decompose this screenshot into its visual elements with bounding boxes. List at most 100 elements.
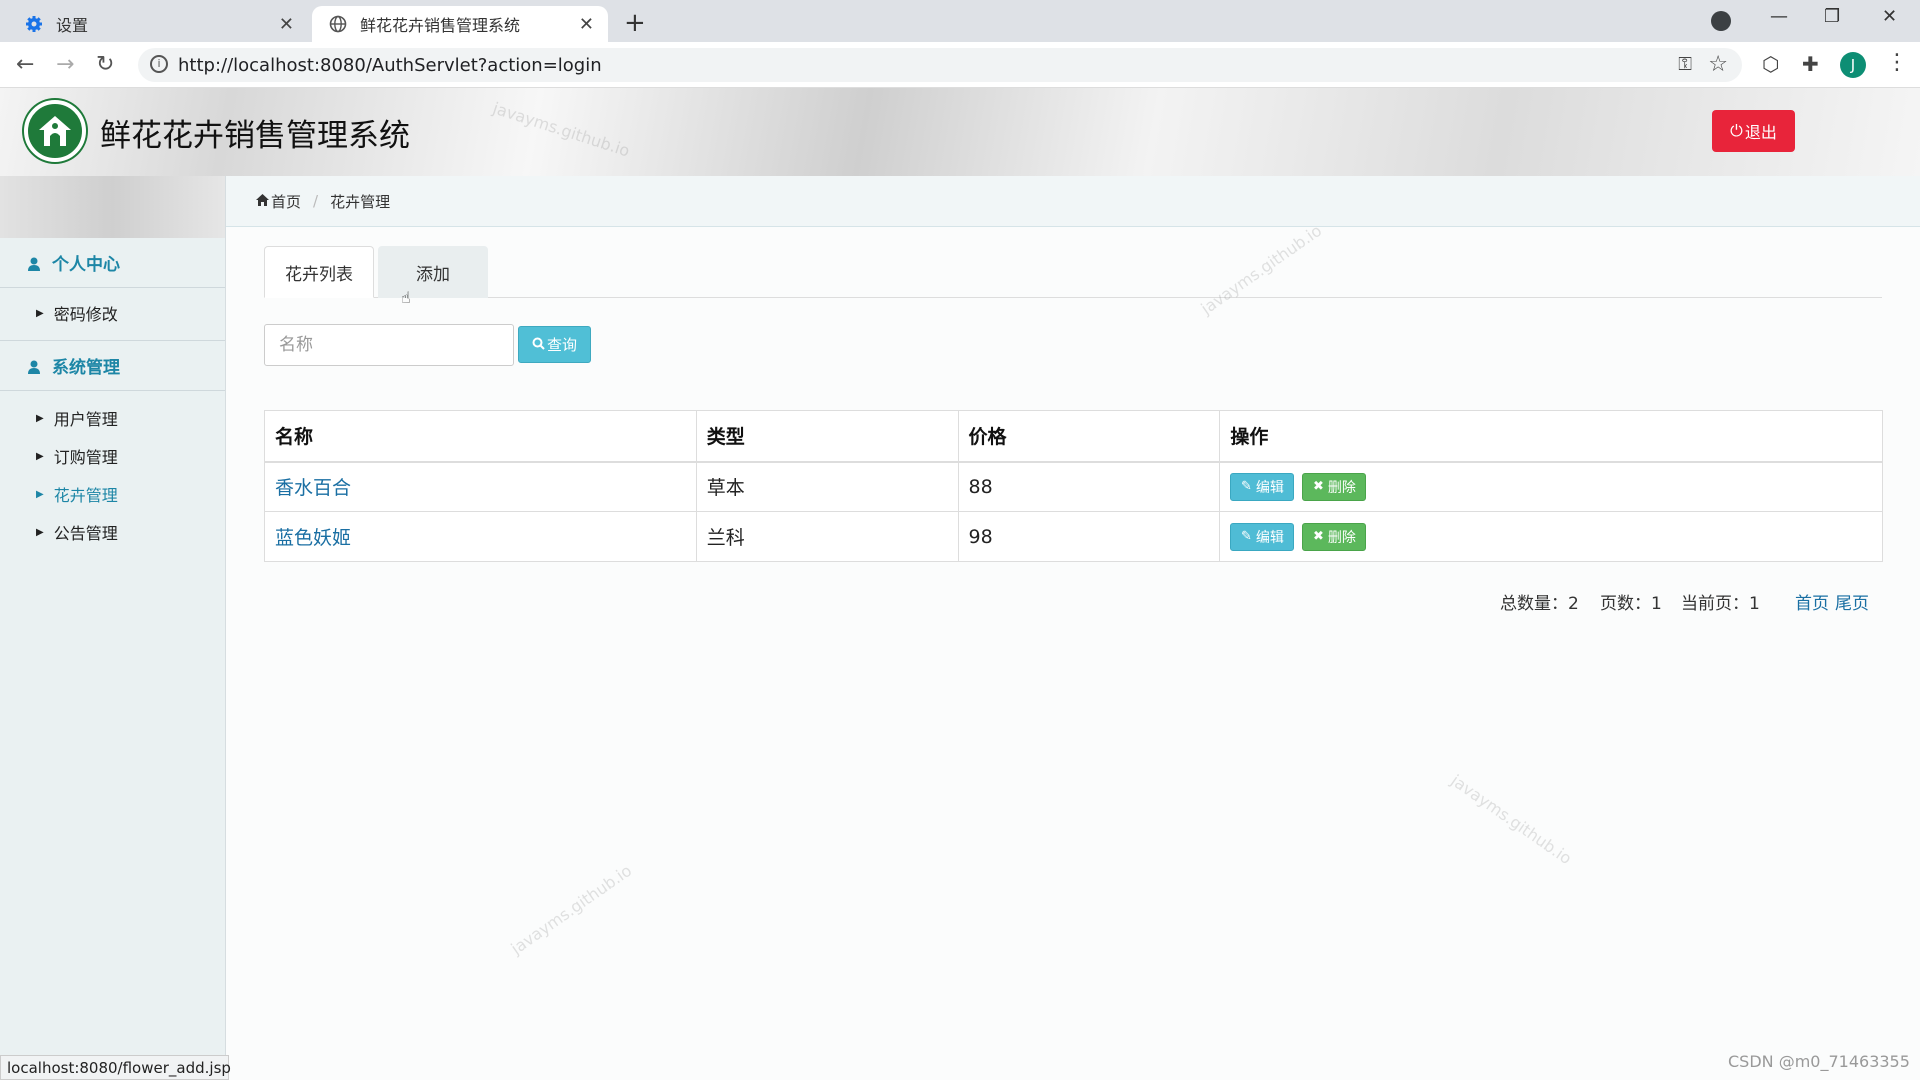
tab-flower-list[interactable]: 花卉列表 bbox=[264, 246, 374, 298]
close-icon[interactable]: ✕ bbox=[579, 14, 594, 35]
sidebar-section-title: 系统管理 bbox=[52, 358, 120, 378]
search-button-label: 查询 bbox=[546, 336, 577, 354]
browser-toolbar: ← → ↻ i http://localhost:8080/AuthServle… bbox=[0, 42, 1920, 88]
key-icon[interactable]: ⚿ bbox=[1678, 54, 1692, 75]
sidebar-item-label: 用户管理 bbox=[53, 410, 118, 429]
sidebar-item-notices[interactable]: ▶ 公告管理 bbox=[0, 513, 225, 551]
address-bar[interactable]: i http://localhost:8080/AuthServlet?acti… bbox=[138, 48, 1742, 82]
power-icon: ⏻ bbox=[1730, 121, 1743, 140]
window-close-icon[interactable]: ✕ bbox=[1882, 6, 1897, 27]
sidebar-section-system[interactable]: 系统管理 bbox=[0, 341, 225, 391]
pager-current: 当前页：1 bbox=[1681, 594, 1760, 614]
table-row: 香水百合 草本 88 ✎ 编辑 ✖ 删除 bbox=[264, 461, 1883, 512]
tab-search-icon[interactable] bbox=[1711, 11, 1731, 31]
sidebar-item-users[interactable]: ▶ 用户管理 bbox=[0, 399, 225, 437]
info-icon[interactable]: i bbox=[150, 55, 168, 73]
extension-hexagon-icon[interactable]: ⬡ bbox=[1762, 52, 1779, 76]
gear-icon bbox=[24, 14, 44, 34]
pencil-icon: ✎ bbox=[1240, 529, 1252, 544]
flower-name-link[interactable]: 蓝色妖姬 bbox=[264, 511, 697, 562]
breadcrumb-home[interactable]: 首页 bbox=[271, 191, 301, 212]
delete-button[interactable]: ✖ 删除 bbox=[1302, 472, 1367, 501]
pager-total: 总数量：2 bbox=[1500, 594, 1579, 614]
sidebar-section-title: 个人中心 bbox=[52, 255, 120, 275]
flower-type: 草本 bbox=[695, 461, 959, 512]
flower-name-link[interactable]: 香水百合 bbox=[264, 461, 697, 512]
caret-right-icon: ▶ bbox=[36, 307, 44, 319]
forward-arrow-icon[interactable]: → bbox=[56, 52, 74, 77]
search-button[interactable]: 查询 bbox=[518, 326, 591, 363]
column-header: 价格 bbox=[957, 410, 1221, 463]
browser-tab-settings[interactable]: 设置 ✕ bbox=[8, 6, 308, 42]
pencil-icon: ✎ bbox=[1240, 479, 1252, 495]
breadcrumb-current: 花卉管理 bbox=[330, 192, 391, 211]
url-text[interactable]: http://localhost:8080/AuthServlet?action… bbox=[178, 55, 602, 76]
logout-button[interactable]: ⏻ 退出 bbox=[1712, 110, 1795, 152]
browser-tab-title: 设置 bbox=[56, 16, 89, 35]
pager-last-link[interactable]: 尾页 bbox=[1835, 589, 1869, 614]
more-menu-icon[interactable]: ⋮ bbox=[1886, 50, 1908, 75]
caret-right-icon: ▶ bbox=[36, 488, 44, 500]
table-header-row: 名称 类型 价格 操作 bbox=[264, 410, 1883, 463]
flower-price: 98 bbox=[957, 511, 1221, 562]
flower-type: 兰科 bbox=[695, 511, 959, 562]
sidebar-item-label: 订购管理 bbox=[53, 448, 118, 467]
watermark: javayms.github.io bbox=[507, 860, 636, 959]
pager-pages: 页数：1 bbox=[1600, 594, 1662, 614]
search-icon bbox=[532, 336, 545, 354]
tab-add[interactable]: 添加 bbox=[378, 246, 488, 298]
x-icon: ✖ bbox=[1312, 479, 1324, 495]
row-actions: ✎ 编辑 ✖ 删除 bbox=[1219, 461, 1883, 512]
column-header: 名称 bbox=[264, 410, 697, 463]
user-icon bbox=[28, 359, 40, 374]
browser-tab-title: 鲜花花卉销售管理系统 bbox=[360, 16, 521, 35]
logout-label: 退出 bbox=[1744, 123, 1777, 142]
site-title: 鲜花花卉销售管理系统 bbox=[100, 118, 410, 154]
globe-icon bbox=[328, 14, 348, 34]
profile-avatar[interactable]: J bbox=[1840, 52, 1866, 78]
bookmark-star-icon[interactable]: ☆ bbox=[1708, 52, 1728, 77]
browser-tab-bar: 设置 ✕ 鲜花花卉销售管理系统 ✕ + — ❐ ✕ bbox=[0, 0, 1920, 42]
flower-table: 名称 类型 价格 操作 香水百合 草本 88 ✎ 编辑 ✖ 删除 蓝色妖姬 兰科… bbox=[264, 410, 1883, 562]
csdn-credit: CSDN @m0_71463355 bbox=[1728, 1052, 1910, 1071]
watermark: javayms.github.io bbox=[1447, 770, 1576, 869]
sidebar-item-orders[interactable]: ▶ 订购管理 bbox=[0, 437, 225, 475]
delete-label: 删除 bbox=[1327, 479, 1356, 496]
sidebar-section-personal[interactable]: 个人中心 bbox=[0, 238, 225, 288]
row-actions: ✎ 编辑 ✖ 删除 bbox=[1219, 511, 1883, 562]
sidebar-item-flowers[interactable]: ▶ 花卉管理 bbox=[0, 475, 225, 513]
edit-label: 编辑 bbox=[1255, 479, 1284, 496]
sidebar-submenu-personal: ▶ 密码修改 bbox=[0, 288, 225, 341]
sidebar-item-label: 花卉管理 bbox=[53, 486, 118, 505]
caret-right-icon: ▶ bbox=[36, 450, 44, 462]
delete-label: 删除 bbox=[1327, 529, 1356, 546]
browser-tab-active[interactable]: 鲜花花卉销售管理系统 ✕ bbox=[312, 6, 608, 42]
new-tab-plus-icon[interactable]: + bbox=[624, 8, 646, 38]
sidebar-submenu-system: ▶ 用户管理 ▶ 订购管理 ▶ 花卉管理 ▶ 公告管理 bbox=[0, 391, 225, 551]
search-input[interactable] bbox=[264, 324, 514, 366]
column-header: 类型 bbox=[695, 410, 959, 463]
delete-button[interactable]: ✖ 删除 bbox=[1302, 522, 1367, 551]
x-icon: ✖ bbox=[1312, 529, 1324, 544]
breadcrumb-separator: / bbox=[313, 192, 319, 210]
restore-icon[interactable]: ❐ bbox=[1824, 6, 1840, 27]
edit-button[interactable]: ✎ 编辑 bbox=[1230, 522, 1295, 551]
pager-first-link[interactable]: 首页 bbox=[1795, 589, 1829, 614]
edit-button[interactable]: ✎ 编辑 bbox=[1230, 472, 1295, 501]
puzzle-icon[interactable]: ✚ bbox=[1802, 52, 1819, 76]
caret-right-icon: ▶ bbox=[36, 526, 44, 538]
sidebar-item-label: 公告管理 bbox=[53, 524, 118, 543]
column-header: 操作 bbox=[1219, 410, 1883, 463]
university-logo bbox=[24, 100, 86, 162]
caret-right-icon: ▶ bbox=[36, 412, 44, 424]
reload-icon[interactable]: ↻ bbox=[96, 52, 114, 77]
table-row: 蓝色妖姬 兰科 98 ✎ 编辑 ✖ 删除 bbox=[264, 511, 1883, 562]
sidebar-item-password[interactable]: ▶ 密码修改 bbox=[0, 294, 225, 332]
minimize-icon[interactable]: — bbox=[1770, 6, 1788, 27]
back-arrow-icon[interactable]: ← bbox=[16, 52, 34, 77]
site-header: 鲜花花卉销售管理系统 ⏻ 退出 bbox=[0, 88, 1920, 176]
breadcrumb: 首页 / 花卉管理 bbox=[226, 176, 1920, 227]
status-bar-url: localhost:8080/flower_add.jsp bbox=[0, 1055, 231, 1080]
close-icon[interactable]: ✕ bbox=[279, 14, 294, 35]
user-icon bbox=[28, 256, 40, 271]
